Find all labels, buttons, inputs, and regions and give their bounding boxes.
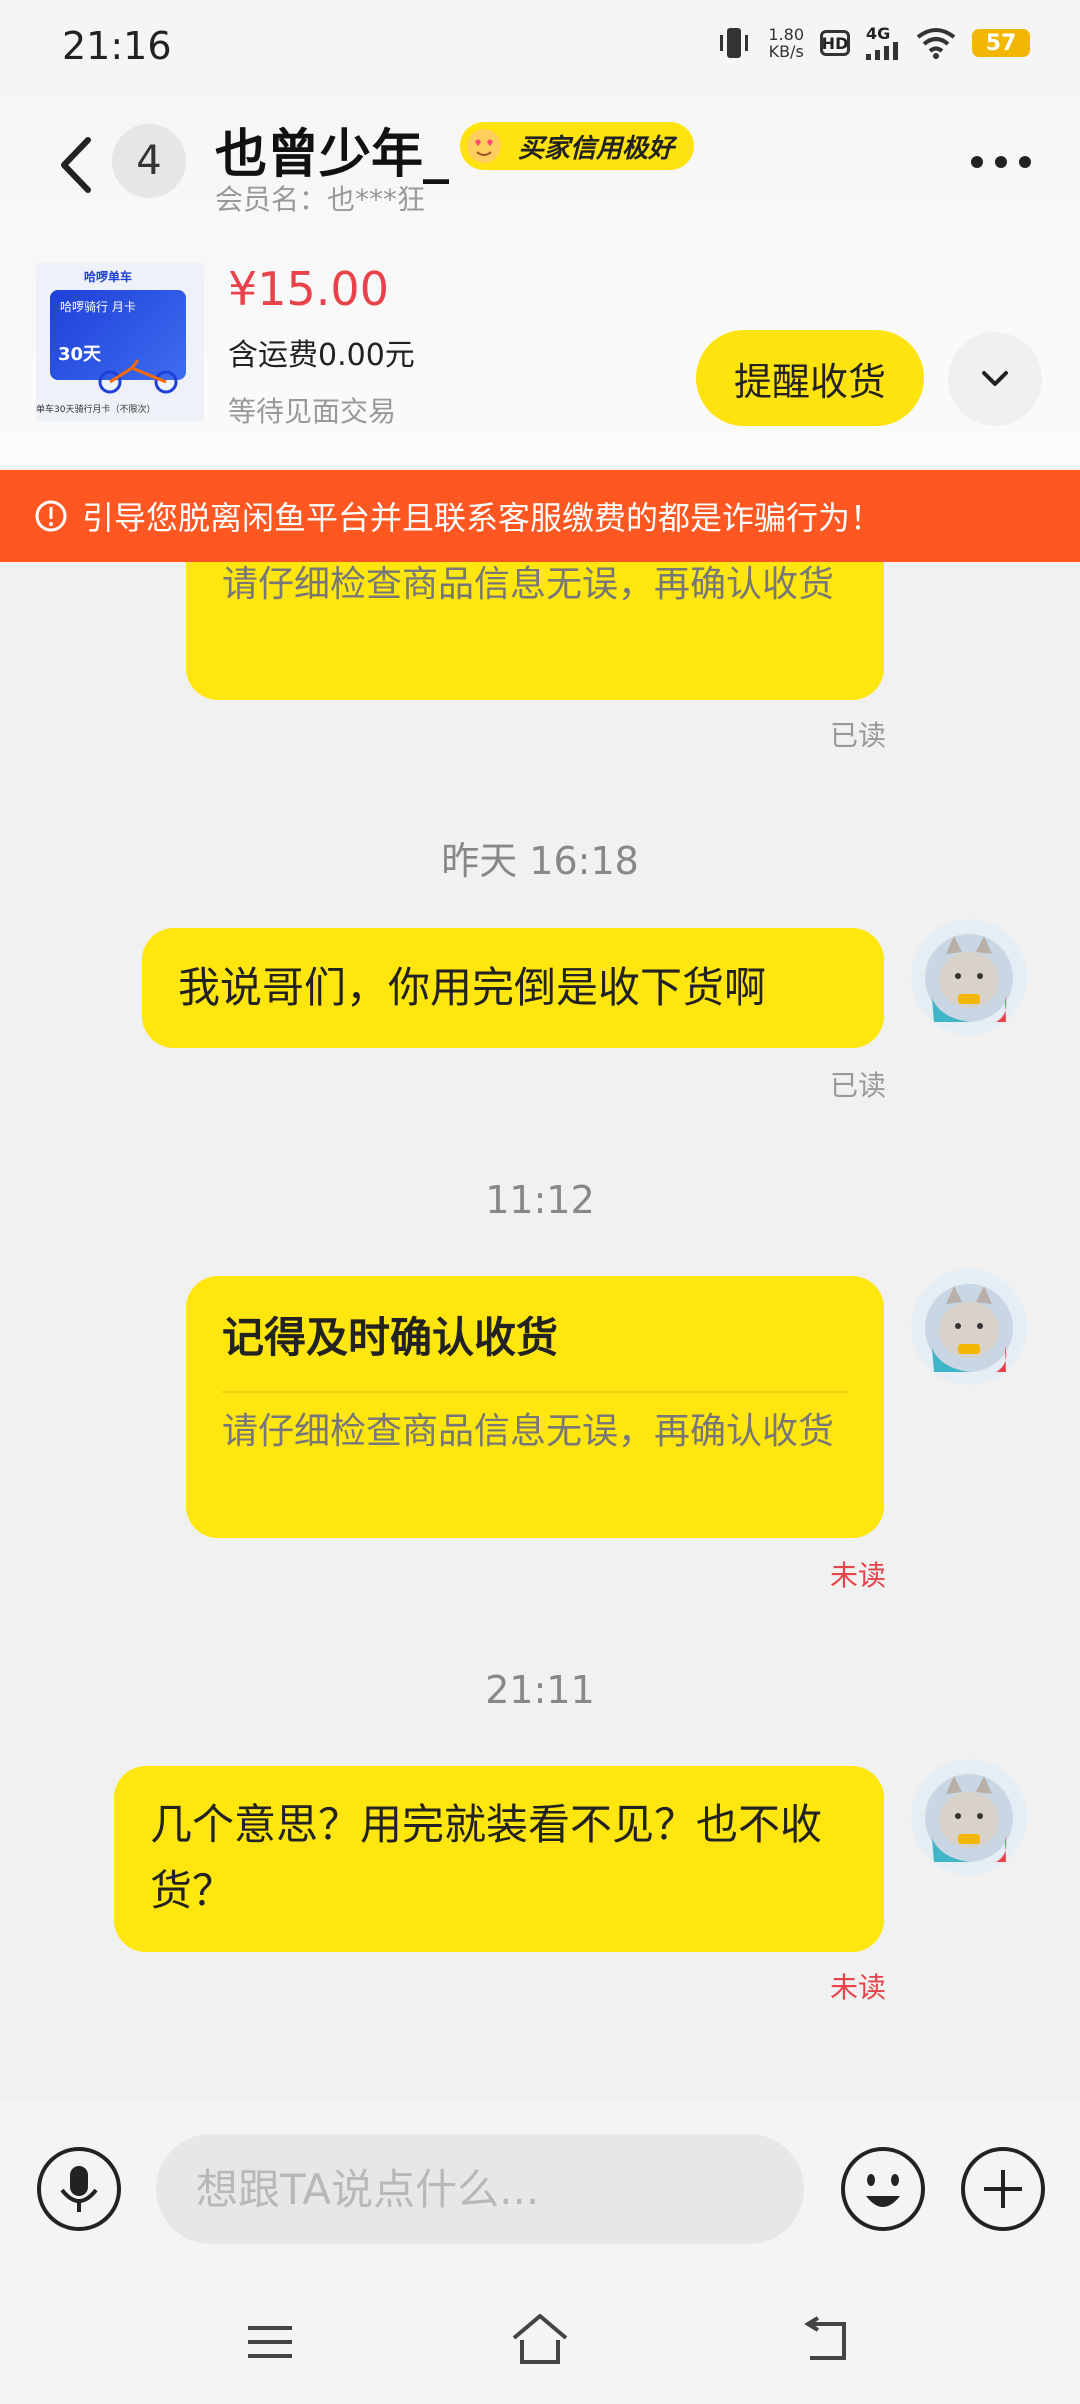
status-icons: 1.80 KB/s HD 4G 57	[716, 26, 1030, 60]
vibrate-icon	[720, 28, 749, 58]
wifi-icon	[916, 28, 956, 59]
status-time: 21:16	[62, 24, 172, 68]
fraud-warning-banner: 引导您脱离闲鱼平台并且联系客服缴费的都是诈骗行为！	[0, 470, 1080, 562]
chevron-down-icon	[982, 371, 1008, 386]
shipping-fee: 含运费0.00元	[228, 338, 415, 373]
member-name: 会员名：也***狂	[215, 183, 426, 216]
mic-icon[interactable]	[36, 2146, 122, 2232]
read-status: 已读	[829, 1069, 886, 1102]
avatar-cat[interactable]	[910, 918, 1028, 1036]
love-eyes-emoji-icon	[467, 129, 501, 163]
avatar-cat[interactable]	[910, 1268, 1028, 1386]
emoji-icon[interactable]	[840, 2146, 926, 2232]
expand-button[interactable]	[948, 332, 1042, 426]
chat-message-list[interactable]: 请仔细检查商品信息无误，再确认收货 已读 昨天 16:18 我说哥们，你用完倒是…	[0, 562, 1080, 2102]
credit-badge[interactable]: 买家信用极好	[460, 122, 695, 170]
read-status: 已读	[829, 719, 886, 752]
unread-status: 未读	[829, 1971, 886, 2004]
signal-icon: 4G	[866, 26, 900, 60]
battery-indicator: 57	[972, 29, 1030, 57]
remind-receipt-button[interactable]: 提醒收货	[696, 330, 924, 426]
warning-text: 引导您脱离闲鱼平台并且联系客服缴费的都是诈骗行为！	[82, 499, 883, 537]
message-bubble[interactable]: 我说哥们，你用完倒是收下货啊	[142, 928, 884, 1048]
back-icon[interactable]	[50, 130, 100, 200]
warning-icon	[35, 500, 67, 532]
timestamp: 11:12	[485, 1178, 595, 1222]
net-speed: 1.80 KB/s	[768, 25, 804, 61]
message-bubble[interactable]: 几个意思？用完就装看不见？也不收货？	[114, 1766, 884, 1952]
avatar-cat[interactable]	[910, 1758, 1028, 1876]
unread-status: 未读	[829, 1559, 886, 1592]
bike-icon	[98, 359, 178, 394]
menu-icon[interactable]	[246, 2322, 294, 2362]
more-icon[interactable]	[970, 155, 1032, 169]
product-thumbnail[interactable]: 哈啰单车 哈啰骑行 月卡 30天 单车30天骑行月卡（不限次）	[36, 262, 204, 422]
product-price: ¥15.00	[228, 262, 389, 316]
plus-icon[interactable]	[960, 2146, 1046, 2232]
card-divider	[222, 1391, 848, 1393]
unread-count-badge[interactable]: 4	[112, 124, 186, 198]
back-nav-icon[interactable]	[800, 2316, 850, 2364]
trade-status: 等待见面交易	[228, 395, 397, 428]
home-icon[interactable]	[508, 2310, 572, 2368]
confirm-receipt-card[interactable]: 记得及时确认收货 请仔细检查商品信息无误，再确认收货	[186, 1276, 884, 1538]
contact-nickname[interactable]: 也曾少年_	[215, 112, 449, 187]
confirm-receipt-card-partial: 请仔细检查商品信息无误，再确认收货	[186, 562, 884, 700]
hd-badge: HD	[820, 30, 850, 56]
timestamp: 21:11	[485, 1668, 595, 1712]
timestamp: 昨天 16:18	[441, 839, 639, 883]
message-input[interactable]	[156, 2134, 804, 2244]
